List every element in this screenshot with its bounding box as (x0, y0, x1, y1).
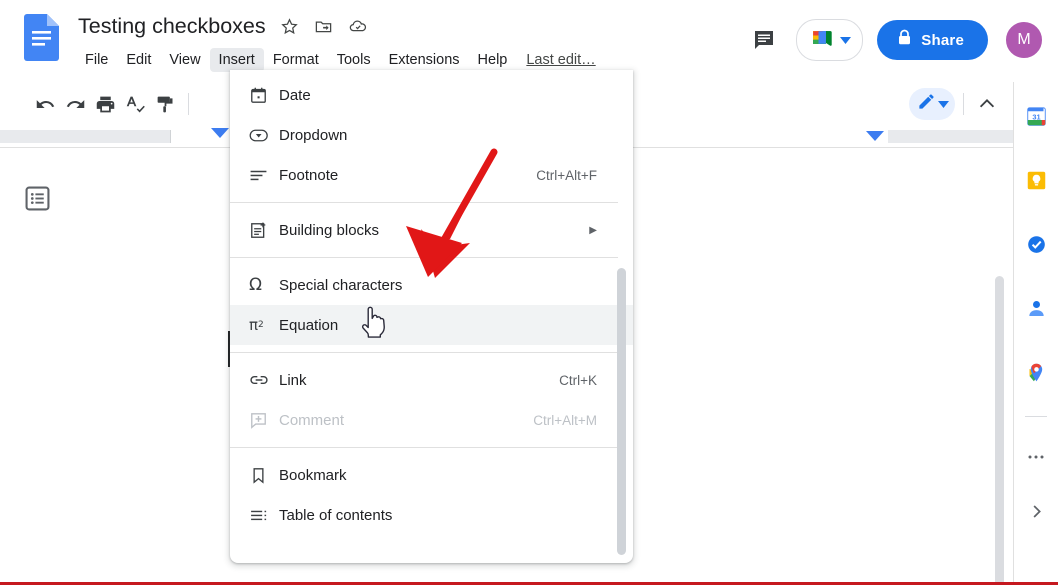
menu-item-special-characters[interactable]: Ω Special characters (230, 265, 633, 305)
menu-item-comment: Comment Ctrl+Alt+M (230, 400, 633, 440)
app-header: Testing checkboxes File Edit View Insert… (0, 0, 1058, 80)
table-of-contents-icon (249, 506, 275, 525)
menu-edit[interactable]: Edit (117, 48, 160, 72)
pi-squared-icon: π2 (249, 316, 264, 334)
google-keep-icon[interactable] (1018, 162, 1054, 198)
avatar[interactable]: M (1004, 20, 1044, 60)
menu-item-label: Date (279, 86, 311, 104)
side-app-rail: 31 (1013, 82, 1058, 585)
chevron-up-icon[interactable] (972, 89, 1002, 119)
menu-divider (230, 352, 618, 353)
header-actions: Share M (744, 0, 1058, 80)
share-button[interactable]: Share (877, 20, 988, 60)
menu-item-equation[interactable]: π2 Equation (230, 305, 633, 345)
google-maps-icon[interactable] (1018, 354, 1054, 390)
google-meet-icon (810, 27, 836, 54)
menu-insert[interactable]: Insert (209, 48, 264, 72)
menu-item-label: Bookmark (279, 466, 347, 484)
editing-mode-button[interactable] (909, 88, 955, 120)
menu-file[interactable]: File (76, 48, 117, 72)
ruler-right-margin-zone (888, 130, 1014, 143)
menu-item-label: Footnote (279, 166, 339, 184)
submenu-arrow-icon: ▶ (589, 224, 597, 236)
print-icon[interactable] (90, 89, 120, 119)
menu-divider (230, 202, 618, 203)
redo-icon[interactable] (60, 89, 90, 119)
meet-button[interactable] (796, 19, 864, 61)
menu-bar: File Edit View Insert Format Tools Exten… (76, 48, 596, 72)
menu-item-link[interactable]: Link Ctrl+K (230, 360, 633, 400)
menu-item-label: Comment (279, 411, 345, 429)
menu-item-shortcut: Ctrl+Alt+M (533, 412, 597, 428)
right-margin-marker[interactable] (866, 131, 884, 141)
menu-item-label: Dropdown (279, 126, 348, 144)
insert-dropdown-menu[interactable]: Date Dropdown Footnote Ctrl+Alt+F Buildi… (230, 70, 633, 563)
toolbar-divider-2 (963, 93, 964, 115)
omega-icon: Ω (249, 275, 262, 295)
share-label: Share (921, 31, 964, 49)
menu-extensions[interactable]: Extensions (380, 48, 469, 72)
footnote-icon (249, 166, 275, 185)
dropdown-chip-icon (249, 126, 275, 145)
ruler-left-margin-zone (0, 130, 170, 143)
menu-divider (230, 257, 618, 258)
menu-item-dropdown[interactable]: Dropdown (230, 115, 633, 155)
building-blocks-icon (249, 221, 275, 240)
menu-scrollbar[interactable] (617, 268, 626, 555)
page-title[interactable]: Testing checkboxes (78, 12, 266, 40)
menu-item-footnote[interactable]: Footnote Ctrl+Alt+F (230, 155, 633, 195)
menu-divider (230, 447, 618, 448)
google-contacts-icon[interactable] (1018, 290, 1054, 326)
rail-divider (1025, 416, 1047, 417)
menu-item-building-blocks[interactable]: Building blocks ▶ (230, 210, 633, 250)
last-edit-link[interactable]: Last edit… (526, 52, 595, 68)
google-calendar-icon[interactable]: 31 (1018, 98, 1054, 134)
move-to-folder-icon[interactable] (314, 16, 334, 36)
menu-item-table-of-contents[interactable]: Table of contents (230, 495, 633, 535)
chevron-down-icon (840, 31, 852, 49)
google-docs-logo[interactable] (24, 14, 59, 61)
chevron-right-icon[interactable] (1018, 493, 1054, 529)
menu-item-date[interactable]: Date (230, 75, 633, 115)
menu-item-label: Building blocks (279, 221, 380, 239)
menu-item-label: Special characters (279, 276, 403, 294)
more-vertical-icon[interactable] (1018, 439, 1054, 475)
menu-view[interactable]: View (160, 48, 209, 72)
paint-format-icon[interactable] (150, 89, 180, 119)
comment-history-icon[interactable] (744, 20, 784, 60)
calendar-icon (249, 86, 275, 105)
document-title-row: Testing checkboxes (78, 12, 368, 40)
pencil-icon (917, 92, 936, 116)
svg-text:31: 31 (1032, 112, 1040, 121)
undo-icon[interactable] (30, 89, 60, 119)
link-icon (249, 370, 275, 390)
menu-tools[interactable]: Tools (328, 48, 380, 72)
menu-help[interactable]: Help (469, 48, 517, 72)
left-margin-marker[interactable] (211, 128, 229, 138)
add-comment-icon (249, 411, 275, 430)
chevron-down-icon (938, 95, 949, 113)
menu-item-label: Equation (279, 316, 339, 334)
menu-item-label: Table of contents (279, 506, 393, 524)
menu-item-shortcut: Ctrl+K (559, 372, 597, 388)
cloud-saved-icon[interactable] (348, 16, 368, 36)
google-tasks-icon[interactable] (1018, 226, 1054, 262)
menu-item-bookmark[interactable]: Bookmark (230, 455, 633, 495)
star-icon[interactable] (280, 16, 300, 36)
bookmark-icon (249, 466, 275, 485)
menu-item-label: Link (279, 371, 307, 389)
toolbar-divider (188, 93, 189, 115)
lock-icon (897, 29, 912, 51)
google-docs-window: Testing checkboxes File Edit View Insert… (0, 0, 1058, 585)
menu-item-shortcut: Ctrl+Alt+F (536, 167, 597, 183)
menu-format[interactable]: Format (264, 48, 328, 72)
document-outline-icon[interactable] (25, 186, 50, 211)
page-scrollbar[interactable] (995, 276, 1004, 585)
spellcheck-icon[interactable] (120, 89, 150, 119)
